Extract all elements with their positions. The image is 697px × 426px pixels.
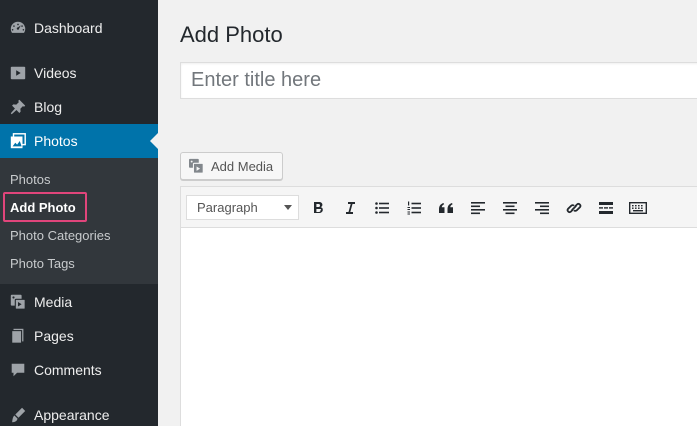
sidebar-item-pages[interactable]: Pages <box>0 319 158 353</box>
add-media-icon <box>188 158 208 174</box>
sidebar-item-blog[interactable]: Blog <box>0 90 158 124</box>
read-more-icon <box>599 202 613 214</box>
format-select[interactable]: Paragraph <box>186 195 299 220</box>
align-right-icon <box>535 202 549 215</box>
sidebar-item-label: Blog <box>34 99 63 115</box>
content-editor: Paragraph <box>180 186 697 426</box>
align-right-button[interactable] <box>531 197 553 219</box>
submenu-item-photos[interactable]: Photos <box>10 172 50 187</box>
page-title: Add Photo <box>180 22 283 47</box>
sidebar-item-label: Pages <box>34 328 74 344</box>
numbered-list-icon <box>407 201 421 215</box>
editor-toolbar: Paragraph <box>181 187 697 228</box>
submenu-item-photo-tags[interactable]: Photo Tags <box>10 256 75 271</box>
sidebar-item-label: Photos <box>34 133 78 149</box>
sidebar-item-label: Media <box>34 294 73 310</box>
sidebar-item-comments[interactable]: Comments <box>0 353 158 387</box>
sidebar-item-photos[interactable]: Photos <box>0 124 158 158</box>
italic-icon <box>346 202 355 214</box>
format-select-value: Paragraph <box>197 200 258 215</box>
sidebar-item-label: Videos <box>34 65 77 81</box>
add-photo-highlight <box>3 192 87 222</box>
title-input[interactable] <box>180 62 697 99</box>
italic-button[interactable] <box>339 197 361 219</box>
sidebar-item-videos[interactable]: Videos <box>0 56 158 90</box>
bold-icon <box>314 202 323 213</box>
add-media-label: Add Media <box>211 158 274 174</box>
pages-icon <box>0 319 34 353</box>
toolbar-toggle-button[interactable] <box>627 197 649 219</box>
sidebar-item-label: Dashboard <box>34 20 103 36</box>
sidebar-item-appearance[interactable]: Appearance <box>0 398 158 426</box>
toolbar-toggle-icon <box>629 202 647 215</box>
align-left-icon <box>471 202 485 215</box>
media-icon <box>0 285 34 319</box>
insert-link-button[interactable] <box>563 197 585 219</box>
appearance-icon <box>0 398 34 426</box>
bullet-list-icon <box>375 202 389 214</box>
read-more-button[interactable] <box>595 197 617 219</box>
bullet-list-button[interactable] <box>371 197 393 219</box>
numbered-list-button[interactable] <box>403 197 425 219</box>
editor-content-area[interactable] <box>181 228 697 426</box>
dashboard-icon <box>0 11 34 45</box>
comments-icon <box>0 353 34 387</box>
align-left-button[interactable] <box>467 197 489 219</box>
blockquote-button[interactable] <box>435 197 457 219</box>
chevron-down-icon <box>284 205 292 210</box>
sidebar-item-label: Comments <box>34 362 102 378</box>
bold-button[interactable] <box>307 197 329 219</box>
sidebar-item-media[interactable]: Media <box>0 285 158 319</box>
admin-sidebar: Dashboard Videos Blog Photos Photos Add … <box>0 0 158 426</box>
sidebar-item-label: Appearance <box>34 407 110 423</box>
link-icon <box>566 203 582 213</box>
align-center-button[interactable] <box>499 197 521 219</box>
pin-icon <box>0 90 34 124</box>
add-media-button[interactable]: Add Media <box>180 152 283 180</box>
align-center-icon <box>503 202 517 215</box>
submenu-item-photo-categories[interactable]: Photo Categories <box>10 228 110 243</box>
photos-icon <box>0 124 34 158</box>
blockquote-icon <box>439 203 453 213</box>
sidebar-item-dashboard[interactable]: Dashboard <box>0 11 158 45</box>
video-icon <box>0 56 34 90</box>
